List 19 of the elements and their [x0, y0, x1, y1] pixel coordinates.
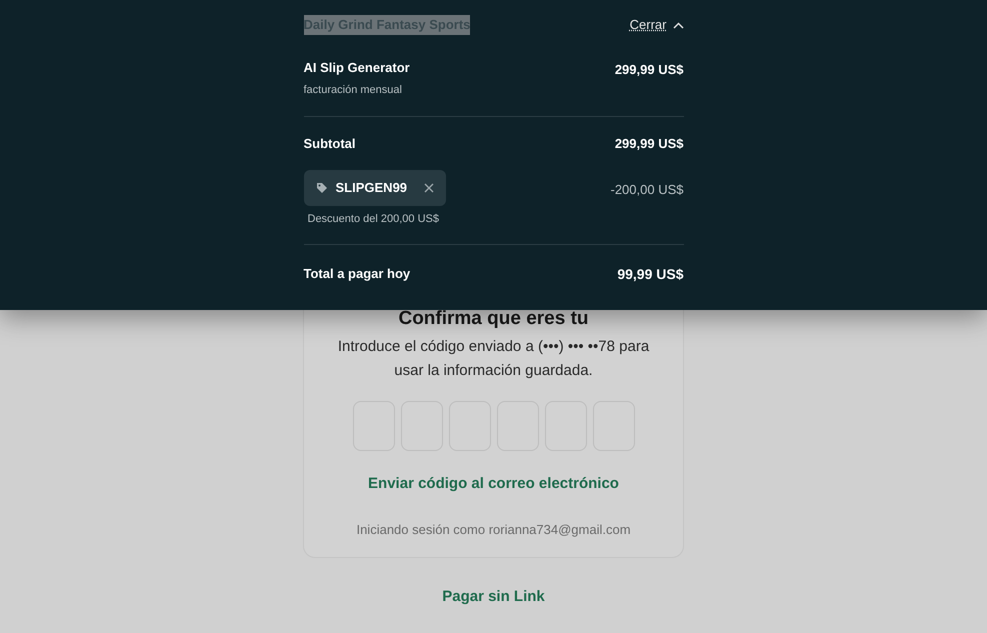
- send-email-code-link[interactable]: Enviar código al correo electrónico: [368, 473, 619, 496]
- instruction-text: Introduce el código enviado a (•••) ••• ••78 para usar la información guardada.: [336, 337, 650, 381]
- discount-description: Descuento del 200,00 US$: [308, 212, 440, 227]
- pay-without-link[interactable]: Pagar sin Link: [442, 586, 545, 608]
- promo-code: SLIPGEN99: [336, 179, 408, 198]
- remove-icon[interactable]: [424, 183, 434, 193]
- subtotal-amount: 299,99 US$: [614, 134, 684, 152]
- total-label: Total a pagar hoy: [304, 264, 410, 283]
- product-price: 299,99 US$: [614, 61, 684, 79]
- tag-icon: [316, 182, 328, 194]
- billing-period: facturación mensual: [304, 83, 403, 98]
- subtotal-label: Subtotal: [304, 134, 356, 152]
- signed-in-text: Iniciando sesión como rorianna734@gmail.com: [356, 520, 631, 539]
- chevron-up-icon: [672, 22, 684, 28]
- close-summary-button[interactable]: Cerrar: [630, 15, 684, 35]
- dialog-title: Confirma que eres tu: [398, 307, 589, 331]
- total-amount: 99,99 US$: [617, 264, 684, 284]
- product-name: AI Slip Generator: [304, 60, 410, 76]
- discount-amount: -200,00 US$: [610, 181, 684, 199]
